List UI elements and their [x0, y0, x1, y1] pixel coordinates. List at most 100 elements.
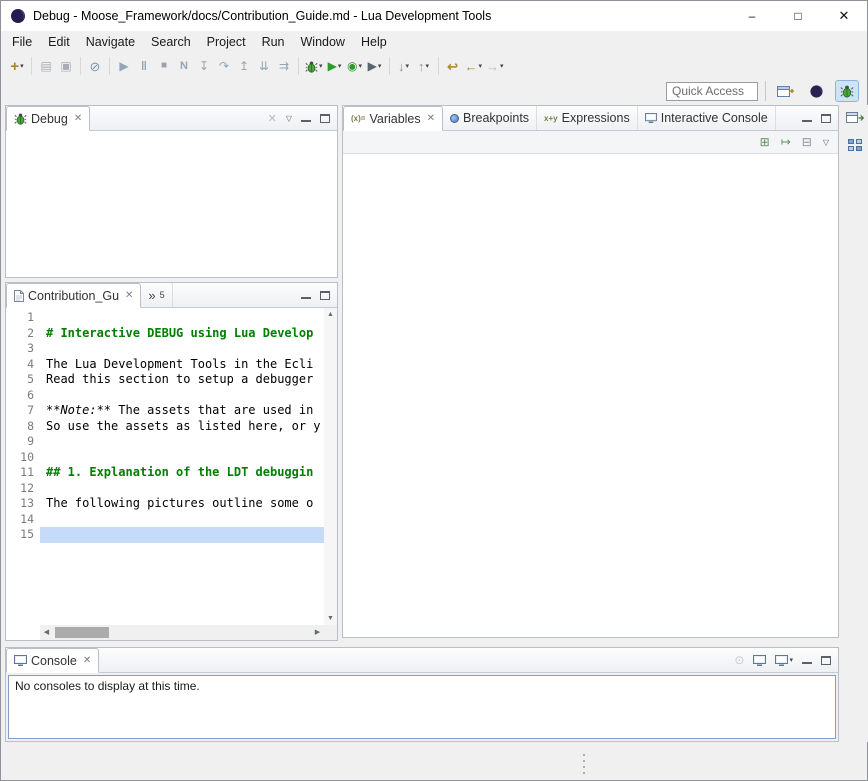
- scroll-right-icon[interactable]: ▶: [311, 629, 324, 636]
- editor-tabstrip: Contribution_Gu ✕ »5: [6, 283, 337, 308]
- breakpoint-icon: [450, 114, 459, 123]
- scroll-left-icon[interactable]: ◀: [40, 629, 53, 636]
- restore-view-icon[interactable]: [846, 111, 864, 127]
- drop-to-frame-icon[interactable]: ⇊: [254, 55, 274, 77]
- pin-console-icon[interactable]: ⊙: [734, 653, 744, 667]
- forward-icon[interactable]: →▾: [484, 55, 506, 77]
- external-tools-icon[interactable]: ▶▾: [365, 55, 385, 77]
- maximize-view-icon[interactable]: [320, 291, 330, 300]
- menu-navigate[interactable]: Navigate: [78, 32, 143, 52]
- code-line: [40, 512, 324, 528]
- menu-project[interactable]: Project: [199, 32, 254, 52]
- tab-expressions[interactable]: x+y Expressions: [537, 106, 638, 130]
- maximize-view-icon[interactable]: [821, 114, 831, 123]
- console-tabstrip: Console ✕ ⊙ ▾: [6, 648, 838, 673]
- tab-breakpoints[interactable]: Breakpoints: [443, 106, 537, 130]
- code-editor-area[interactable]: # Interactive DEBUG using Lua Develop Th…: [40, 308, 324, 625]
- terminate-icon[interactable]: ■: [154, 55, 174, 77]
- tab-interactive-console[interactable]: Interactive Console: [638, 106, 776, 130]
- debug-view-actions: ✕ ▽: [268, 106, 337, 130]
- close-icon[interactable]: ✕: [427, 113, 435, 124]
- window-minimize-button[interactable]: –: [729, 1, 775, 31]
- menu-edit[interactable]: Edit: [40, 32, 78, 52]
- maximize-view-icon[interactable]: [320, 114, 330, 123]
- view-menu-icon[interactable]: ▽: [286, 114, 292, 123]
- step-return-icon[interactable]: ↥: [234, 55, 254, 77]
- tab-console[interactable]: Console ✕: [6, 648, 99, 673]
- debug-icon[interactable]: ▾: [303, 55, 325, 77]
- save-icon[interactable]: ▤: [36, 55, 56, 77]
- editor-overflow-chevron[interactable]: »5: [141, 283, 172, 307]
- minimize-view-icon[interactable]: [301, 114, 311, 122]
- menu-run[interactable]: Run: [254, 32, 293, 52]
- show-type-names-icon[interactable]: ⊞: [760, 135, 770, 149]
- main-toolbar: +▾ ▤ ▣ ⊘ ▶ ‖ ■ N ↧ ↷ ↥ ⇊ ⇉ ▾ ▶▾ ◉▾ ▶▾ ↓▾…: [1, 53, 867, 79]
- step-over-icon[interactable]: ↷: [214, 55, 234, 77]
- previous-annotation-icon[interactable]: ↑▾: [414, 55, 434, 77]
- back-icon[interactable]: ←▾: [463, 55, 485, 77]
- code-line: [40, 388, 324, 404]
- collapse-all-icon[interactable]: ⊟: [802, 135, 812, 149]
- minimize-view-icon[interactable]: [802, 656, 812, 664]
- save-all-icon[interactable]: ▣: [56, 55, 76, 77]
- debug-perspective-icon[interactable]: [835, 80, 859, 102]
- code-line: [40, 450, 324, 466]
- horizontal-scrollbar[interactable]: ◀ ▶: [40, 625, 324, 640]
- code-line: The Lua Development Tools in the Ecli: [40, 357, 324, 373]
- display-selected-console-icon[interactable]: [753, 655, 766, 666]
- menu-file[interactable]: File: [4, 32, 40, 52]
- scrollbar-thumb[interactable]: [55, 627, 109, 638]
- close-icon[interactable]: ✕: [125, 290, 133, 301]
- vertical-scrollbar[interactable]: ▲ ▼: [324, 308, 337, 625]
- toolbar-separator: [389, 57, 390, 75]
- code-line: [40, 481, 324, 497]
- close-icon[interactable]: ✕: [74, 113, 82, 124]
- bottom-sash-handle[interactable]: [583, 752, 585, 776]
- suspend-icon[interactable]: ‖: [134, 55, 154, 77]
- close-icon[interactable]: ✕: [83, 655, 91, 666]
- menu-help[interactable]: Help: [353, 32, 395, 52]
- step-into-icon[interactable]: ↧: [194, 55, 214, 77]
- tab-label: Console: [31, 654, 77, 668]
- minimize-view-icon[interactable]: [802, 114, 812, 122]
- scrollbar-track[interactable]: [53, 625, 311, 640]
- tab-debug[interactable]: Debug ✕: [6, 106, 90, 131]
- next-annotation-icon[interactable]: ↓▾: [394, 55, 414, 77]
- code-line: **Note:** The assets that are used in: [40, 403, 324, 419]
- run-icon[interactable]: ▶▾: [325, 55, 345, 77]
- view-menu-icon[interactable]: ▽: [823, 138, 829, 147]
- disconnect-icon[interactable]: N: [174, 55, 194, 77]
- resume-icon[interactable]: ▶: [114, 55, 134, 77]
- tab-label: Breakpoints: [463, 111, 529, 125]
- code-line: [40, 341, 324, 357]
- line-number-ruler[interactable]: 1 2 3 4 5 6 7 8 9 10 11 12 13 14 15: [6, 308, 40, 625]
- minimized-outline-view-icon[interactable]: [848, 139, 862, 154]
- maximize-view-icon[interactable]: [821, 656, 831, 665]
- open-perspective-icon[interactable]: [773, 80, 797, 102]
- code-line: [40, 434, 324, 450]
- quick-access-input[interactable]: Quick Access: [666, 82, 758, 101]
- menu-search[interactable]: Search: [143, 32, 199, 52]
- open-console-icon[interactable]: ▾: [775, 655, 793, 666]
- minimize-view-icon[interactable]: [301, 291, 311, 299]
- skip-all-breakpoints-icon[interactable]: ⊘: [85, 55, 105, 77]
- disconnect-icon[interactable]: ✕: [268, 112, 277, 125]
- toolbar-separator: [109, 57, 110, 75]
- use-step-filters-icon[interactable]: ⇉: [274, 55, 294, 77]
- show-logical-structures-icon[interactable]: ↦: [781, 135, 791, 149]
- window-maximize-button[interactable]: □: [775, 1, 821, 31]
- scroll-down-icon[interactable]: ▼: [327, 615, 334, 622]
- tab-contribution-guide[interactable]: Contribution_Gu ✕: [6, 283, 141, 308]
- coverage-icon[interactable]: ◉▾: [345, 55, 365, 77]
- tab-label: Debug: [31, 112, 68, 126]
- menu-window[interactable]: Window: [293, 32, 353, 52]
- tab-variables[interactable]: (x)= Variables ✕: [343, 106, 443, 131]
- scroll-up-icon[interactable]: ▲: [327, 311, 334, 318]
- last-edit-location-icon[interactable]: ↩: [443, 55, 463, 77]
- new-wizard-icon[interactable]: +▾: [7, 55, 27, 77]
- toolbar-separator: [80, 57, 81, 75]
- ldt-perspective-icon[interactable]: [804, 80, 828, 102]
- window-close-button[interactable]: ✕: [821, 1, 867, 31]
- menu-bar: File Edit Navigate Search Project Run Wi…: [1, 31, 867, 53]
- console-icon: [14, 655, 27, 666]
